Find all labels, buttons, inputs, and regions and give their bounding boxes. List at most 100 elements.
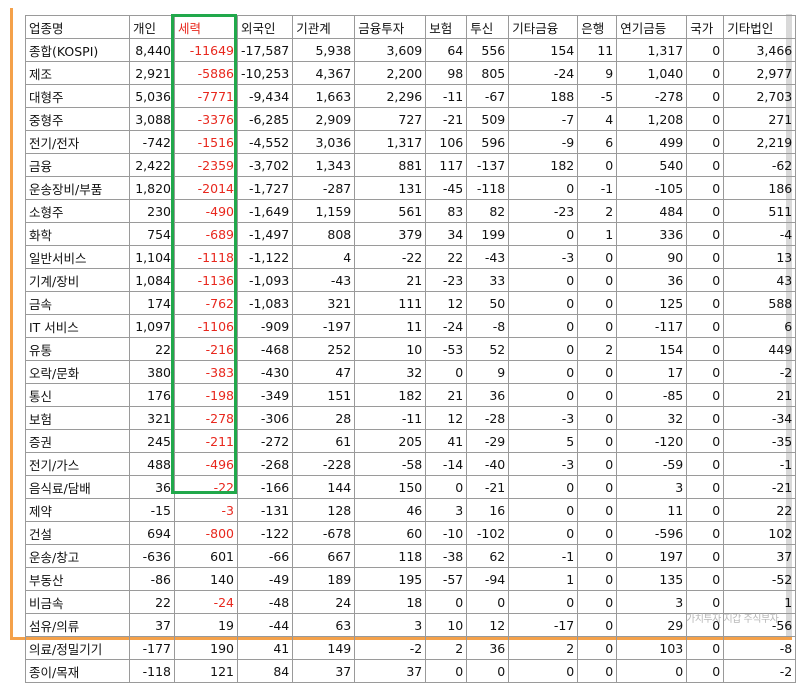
value-cell: -59 [616, 452, 688, 476]
table-row: 제조 2,921 -5886 -10,253 4,367 2,200 98 805 -24 9 1,… [25, 61, 797, 85]
value-cell: 0 [508, 314, 579, 338]
value-cell: -1106 [174, 314, 238, 338]
value-cell: -34 [723, 406, 797, 430]
value-cell: 188 [508, 84, 579, 108]
value-cell: 5,036 [129, 84, 175, 108]
value-cell: 509 [466, 107, 510, 131]
value-cell: 230 [129, 199, 175, 223]
value-cell: 128 [292, 498, 356, 522]
value-cell: 4 [577, 107, 618, 131]
value-cell: 0 [577, 429, 618, 453]
value-cell: 1,317 [616, 38, 688, 62]
value-cell: -278 [174, 406, 238, 430]
table-row: 운송장비/부품 1,820 -2014 -1,727 -287 131 -45 -118 0 -1… [25, 176, 797, 200]
value-cell: -1,093 [236, 268, 294, 292]
value-cell: 2,909 [292, 107, 356, 131]
table-row: 의료/정밀기기 -177 190 41 149 -2 2 36 2 0 103 0 -8 [25, 636, 797, 660]
value-cell: 149 [292, 636, 356, 660]
value-cell: -216 [174, 337, 238, 361]
value-cell: 16 [466, 498, 510, 522]
value-cell: -24 [508, 61, 579, 85]
value-cell: 0 [686, 521, 725, 545]
value-cell: 36 [466, 636, 510, 660]
value-cell: 12 [425, 291, 468, 315]
value-cell: -122 [236, 521, 294, 545]
value-cell: 83 [425, 199, 468, 223]
value-cell: -278 [616, 84, 688, 108]
value-cell: 0 [686, 153, 725, 177]
sector-name-cell: 대형주 [25, 84, 130, 108]
value-cell: 0 [686, 199, 725, 223]
value-cell: 19 [174, 613, 238, 637]
sector-name-cell: 중형주 [25, 107, 130, 131]
sector-name-cell: 운송/창고 [25, 544, 130, 568]
value-cell: -1516 [174, 130, 238, 154]
table-row: 통신 176 -198 -349 151 182 21 36 0 0 -85 0 21 [25, 383, 797, 407]
value-cell: -2 [723, 659, 797, 683]
sector-name-cell: 건설 [25, 521, 130, 545]
table-row: IT 서비스 1,097 -1106 -909 -197 11 -24 -8 0 0 -117 0 6 [25, 314, 797, 338]
value-cell: 1,097 [129, 314, 175, 338]
value-cell: -490 [174, 199, 238, 223]
value-cell: -1136 [174, 268, 238, 292]
value-cell: -22 [354, 245, 427, 269]
value-cell: -177 [129, 636, 175, 660]
value-cell: -14 [425, 452, 468, 476]
value-cell: 0 [425, 360, 468, 384]
value-cell: -678 [292, 521, 356, 545]
value-cell: 47 [292, 360, 356, 384]
value-cell: -8 [723, 636, 797, 660]
value-cell: 0 [686, 498, 725, 522]
value-cell: -38 [425, 544, 468, 568]
value-cell: 0 [686, 360, 725, 384]
value-cell: 22 [129, 590, 175, 614]
value-cell: 5,938 [292, 38, 356, 62]
value-cell: 1,663 [292, 84, 356, 108]
column-header: 외국인 [236, 15, 294, 39]
value-cell: -9 [508, 130, 579, 154]
value-cell: 118 [354, 544, 427, 568]
value-cell: 0 [508, 521, 579, 545]
value-cell: 0 [577, 268, 618, 292]
table-row: 비금속 22 -24 -48 24 18 0 0 0 0 3 0 1 [25, 590, 797, 614]
value-cell: 111 [354, 291, 427, 315]
value-cell: 0 [466, 590, 510, 614]
value-cell: -94 [466, 567, 510, 591]
value-cell: 18 [354, 590, 427, 614]
value-cell: 63 [292, 613, 356, 637]
value-cell: 0 [686, 38, 725, 62]
value-cell: 1 [577, 222, 618, 246]
value-cell: 131 [354, 176, 427, 200]
value-cell: 0 [577, 245, 618, 269]
column-header: 보험 [425, 15, 468, 39]
value-cell: -800 [174, 521, 238, 545]
sector-name-cell: 소형주 [25, 199, 130, 223]
value-cell: -28 [466, 406, 510, 430]
value-cell: -10,253 [236, 61, 294, 85]
value-cell: 98 [425, 61, 468, 85]
column-header: 개인 [129, 15, 175, 39]
value-cell: -166 [236, 475, 294, 499]
value-cell: 2 [425, 636, 468, 660]
value-cell: 588 [723, 291, 797, 315]
value-cell: 727 [354, 107, 427, 131]
value-cell: 0 [686, 475, 725, 499]
column-header: 기관계 [292, 15, 356, 39]
value-cell: 28 [292, 406, 356, 430]
value-cell: 0 [577, 291, 618, 315]
value-cell: -3 [508, 245, 579, 269]
value-cell: 62 [466, 544, 510, 568]
value-cell: 601 [174, 544, 238, 568]
table-row: 건설 694 -800 -122 -678 60 -10 -102 0 0 -596 0 102 [25, 521, 797, 545]
value-cell: 1,317 [354, 130, 427, 154]
value-cell: -105 [616, 176, 688, 200]
value-cell: -15 [129, 498, 175, 522]
table-row: 금속 174 -762 -1,083 321 111 12 50 0 0 125 0 588 [25, 291, 797, 315]
value-cell: -197 [292, 314, 356, 338]
value-cell: 808 [292, 222, 356, 246]
value-cell: -306 [236, 406, 294, 430]
value-cell: 0 [686, 84, 725, 108]
value-cell: 556 [466, 38, 510, 62]
value-cell: 2,977 [723, 61, 797, 85]
value-cell: 596 [466, 130, 510, 154]
